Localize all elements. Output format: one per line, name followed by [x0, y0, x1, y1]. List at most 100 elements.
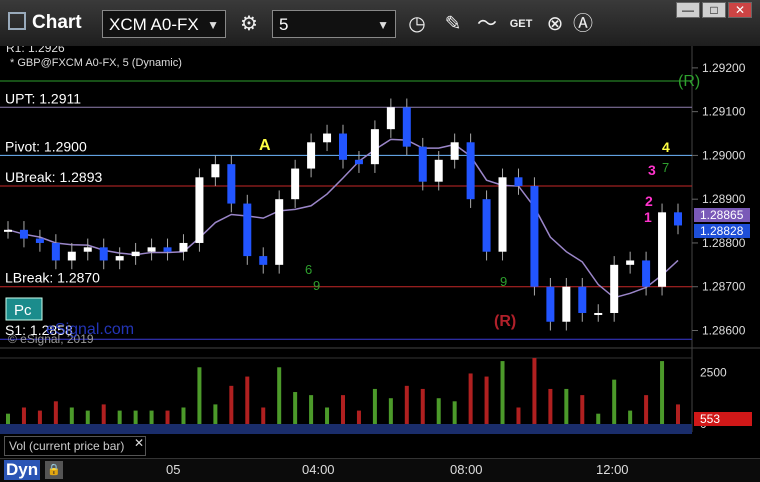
volume-bar-36	[580, 395, 585, 424]
candle-body-28	[450, 142, 459, 160]
dyn-button[interactable]: Dyn	[4, 460, 41, 480]
candle-body-33	[530, 186, 539, 287]
minimize-button[interactable]: —	[676, 2, 700, 18]
get-icon[interactable]: GET	[506, 10, 536, 38]
annotation-7: 7	[662, 160, 669, 175]
volume-bar-24	[388, 398, 393, 424]
volume-bar-16	[261, 407, 266, 424]
candle-body-16	[259, 256, 268, 265]
candle-body-2	[35, 238, 44, 243]
interval-value: 5	[279, 15, 289, 34]
annotation-9b: 9	[500, 274, 507, 289]
volume-bar-5	[85, 410, 90, 424]
close-icon[interactable]: ✕	[134, 436, 144, 450]
candle-body-32	[514, 177, 523, 187]
price-badge-b-label: 1.28828	[700, 224, 744, 238]
y-tick-2: 1.29000	[702, 148, 746, 162]
candle-body-7	[115, 256, 124, 261]
candle-body-27	[434, 159, 443, 182]
close-glyph: ✕	[734, 3, 746, 17]
price-pane	[0, 46, 692, 348]
level-label-0: UPT: 1.2911	[5, 90, 81, 106]
symbol-value: XCM A0-FX	[109, 15, 199, 34]
x-tick-3: 12:00	[596, 462, 629, 477]
x-tick-0: 05	[166, 462, 181, 477]
candle-body-26	[418, 146, 427, 182]
minimize-glyph: —	[682, 3, 694, 17]
maximize-button[interactable]: □	[702, 2, 726, 18]
volume-badge-label: 553	[700, 412, 720, 426]
volume-bar-12	[197, 367, 202, 424]
y-tick-5: 1.28700	[702, 280, 746, 294]
candle-body-9	[147, 247, 156, 252]
y-tick-3: 1.28900	[702, 192, 746, 206]
volume-bar-32	[516, 407, 521, 424]
symbol-input[interactable]: XCM A0-FX ▼	[102, 10, 226, 38]
volume-bar-29	[468, 373, 473, 424]
volume-legend[interactable]: Vol (current price bar)	[4, 436, 146, 456]
pencil-draw-icon[interactable]: ✎	[438, 10, 468, 38]
x-tick-2: 08:00	[450, 462, 483, 477]
candle-body-1	[19, 229, 28, 239]
volume-bar-31	[500, 361, 505, 424]
volume-bar-17	[277, 367, 282, 424]
volume-bar-39	[628, 410, 633, 424]
annotation-1-magenta: 1	[644, 209, 652, 225]
candle-body-36	[578, 286, 587, 313]
volume-bar-18	[293, 392, 298, 424]
volume-bar-21	[341, 395, 345, 424]
annotation-9: 9	[313, 278, 320, 293]
volume-bar-42	[676, 404, 680, 424]
y-tick-4: 1.28800	[702, 236, 746, 250]
chevron-down-icon[interactable]: ▼	[377, 11, 389, 39]
annotation-1: (R)	[678, 73, 700, 90]
volume-bar-8	[133, 410, 138, 424]
x-tick-1: 04:00	[302, 462, 335, 477]
candle-body-21	[339, 133, 347, 160]
header-r1: R1: 1.2926	[6, 46, 65, 55]
volume-bar-19	[309, 395, 314, 424]
volume-bar-4	[69, 407, 74, 424]
lock-icon[interactable]: 🔒	[45, 461, 63, 479]
candle-body-23	[370, 129, 379, 165]
candle-body-17	[275, 199, 284, 265]
interval-input[interactable]: 5 ▼	[272, 10, 396, 38]
level-label-3: LBreak: 1.2870	[5, 270, 100, 286]
candle-body-18	[291, 168, 300, 200]
annotation-6: 6	[305, 262, 312, 277]
candle-body-5	[83, 247, 92, 252]
chart-window-icon	[8, 12, 26, 30]
chevron-down-icon[interactable]: ▼	[207, 11, 219, 39]
a-marker: A	[259, 137, 271, 154]
y-tick-6: 1.28600	[702, 323, 746, 337]
y-tick-1: 1.29100	[702, 105, 746, 119]
candle-body-6	[99, 247, 108, 261]
volume-legend-label: Vol (current price bar)	[9, 439, 125, 453]
settings-gear-icon[interactable]: ⚙	[234, 10, 264, 38]
volume-bar-14	[229, 385, 234, 424]
volume-bar-13	[213, 404, 218, 424]
time-axis: Dyn 🔒 05 04:00 08:00 12:00	[0, 458, 760, 482]
volume-bars	[6, 358, 680, 424]
candle-body-39	[626, 260, 635, 265]
link-icon[interactable]: ⊗	[540, 10, 570, 38]
price-chart[interactable]: 1.29200 1.29100 1.29000 1.28900 1.28800 1.287…	[0, 46, 760, 458]
alert-icon[interactable]: Ⓐ	[568, 10, 598, 38]
volume-bar-26	[420, 388, 425, 424]
study-icon[interactable]: 〜	[472, 10, 502, 38]
volume-bar-28	[452, 401, 457, 424]
candle-body-35	[562, 286, 571, 322]
annotation-3: 3	[648, 162, 656, 178]
candle-body-8	[131, 251, 140, 257]
volume-baseline-band	[0, 424, 692, 434]
level-label-1: Pivot: 1.2900	[5, 138, 87, 154]
clock-icon[interactable]: ◷	[402, 10, 432, 38]
volume-bar-11	[181, 407, 186, 424]
level-label-2: UBreak: 1.2893	[5, 169, 102, 185]
candle-body-42	[674, 212, 682, 226]
volume-tick-0: 2500	[700, 365, 727, 379]
close-button[interactable]: ✕	[728, 2, 752, 18]
volume-bar-2	[37, 410, 42, 424]
candle-body-38	[610, 264, 619, 313]
candle-body-11	[179, 242, 188, 252]
